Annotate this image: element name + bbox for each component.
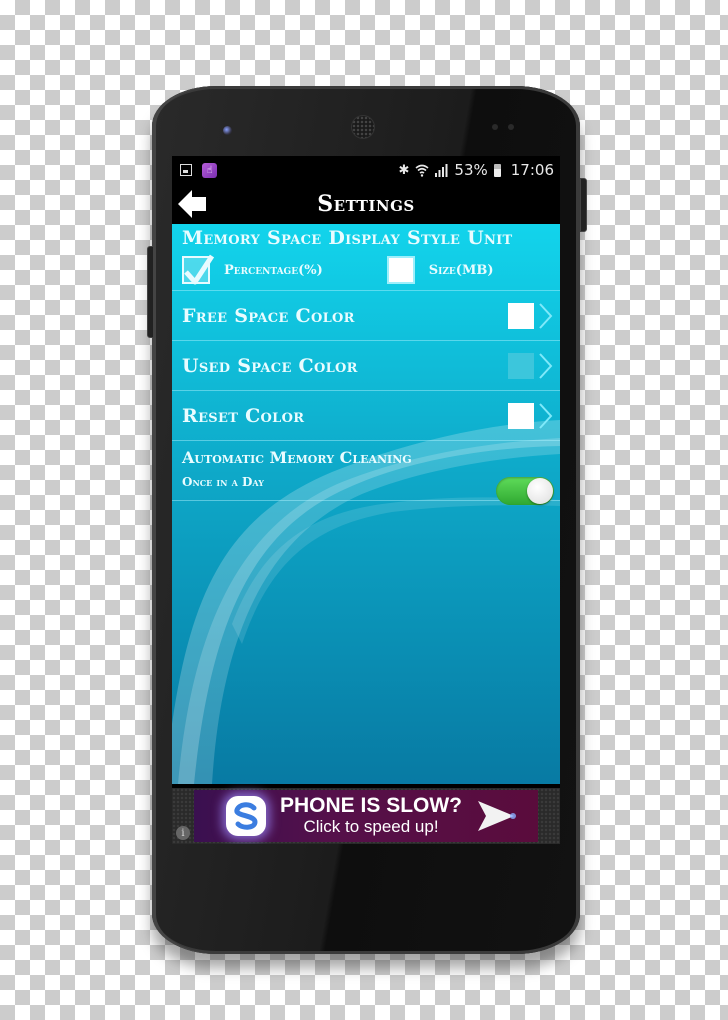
used-space-color-swatch bbox=[508, 352, 534, 379]
signal-icon bbox=[435, 163, 448, 177]
phone-frame: ☝ ✱ 53% 17:06 Settings Memory Space Disp… bbox=[147, 86, 587, 954]
back-button[interactable] bbox=[176, 188, 212, 220]
free-space-color-row[interactable]: Free Space Color bbox=[172, 291, 560, 341]
auto-clean-title: Automatic Memory Cleaning bbox=[182, 448, 412, 467]
chevron-right-icon bbox=[539, 402, 553, 429]
battery-icon bbox=[493, 163, 501, 177]
auto-clean-toggle[interactable] bbox=[496, 477, 554, 505]
checkmark-icon bbox=[184, 254, 215, 285]
front-camera bbox=[223, 126, 232, 135]
volume-button bbox=[147, 246, 154, 338]
size-mb-label: Size(MB) bbox=[428, 262, 494, 278]
app-notification-icon: ☝ bbox=[202, 162, 217, 178]
bluetooth-icon: ✱ bbox=[398, 162, 410, 178]
used-space-color-row[interactable]: Used Space Color bbox=[172, 341, 560, 391]
chevron-right-icon bbox=[539, 302, 553, 329]
proximity-sensor bbox=[492, 124, 498, 130]
clock: 17:06 bbox=[510, 161, 554, 179]
free-space-color-swatch bbox=[508, 302, 534, 329]
status-bar: ☝ ✱ 53% 17:06 bbox=[172, 156, 560, 184]
app-bar: Settings bbox=[172, 184, 560, 224]
speed-app-logo-icon bbox=[226, 796, 266, 836]
free-space-color-label: Free Space Color bbox=[182, 304, 355, 327]
ad-subline: Click to speed up! bbox=[303, 817, 439, 836]
reset-color-label: Reset Color bbox=[182, 404, 305, 427]
back-arrow-icon bbox=[178, 190, 206, 218]
ad-headline: PHONE IS SLOW? bbox=[280, 794, 463, 817]
toggle-knob bbox=[527, 478, 553, 504]
reset-color-swatch bbox=[508, 402, 534, 429]
ad-info-icon[interactable]: i bbox=[176, 826, 190, 840]
auto-clean-section: Automatic Memory Cleaning Once in a Day bbox=[172, 441, 560, 505]
ad-banner-area: PHONE IS SLOW? Click to speed up! i bbox=[172, 788, 560, 844]
screen: ☝ ✱ 53% 17:06 Settings Memory Space Disp… bbox=[172, 156, 560, 844]
display-style-section: Memory Space Display Style Unit Percenta… bbox=[172, 224, 560, 291]
light-sensor bbox=[508, 124, 514, 130]
percentage-label: Percentage(%) bbox=[224, 262, 323, 278]
percentage-checkbox[interactable] bbox=[182, 254, 215, 285]
used-space-color-label: Used Space Color bbox=[182, 354, 358, 377]
image-notification-icon bbox=[180, 164, 192, 176]
size-mb-checkbox[interactable] bbox=[386, 256, 415, 284]
page-title: Settings bbox=[317, 191, 415, 217]
reset-color-row[interactable]: Reset Color bbox=[172, 391, 560, 441]
settings-content: Memory Space Display Style Unit Percenta… bbox=[172, 224, 560, 784]
paper-plane-arrow-icon bbox=[478, 801, 517, 831]
battery-percent: 53% bbox=[454, 161, 488, 179]
display-style-title: Memory Space Display Style Unit bbox=[182, 227, 513, 249]
earpiece-speaker bbox=[352, 116, 374, 138]
auto-clean-frequency: Once in a Day bbox=[182, 475, 264, 489]
ad-banner[interactable]: PHONE IS SLOW? Click to speed up! bbox=[194, 790, 538, 842]
power-button bbox=[580, 178, 587, 232]
wifi-icon bbox=[415, 164, 429, 177]
chevron-right-icon bbox=[539, 352, 553, 379]
